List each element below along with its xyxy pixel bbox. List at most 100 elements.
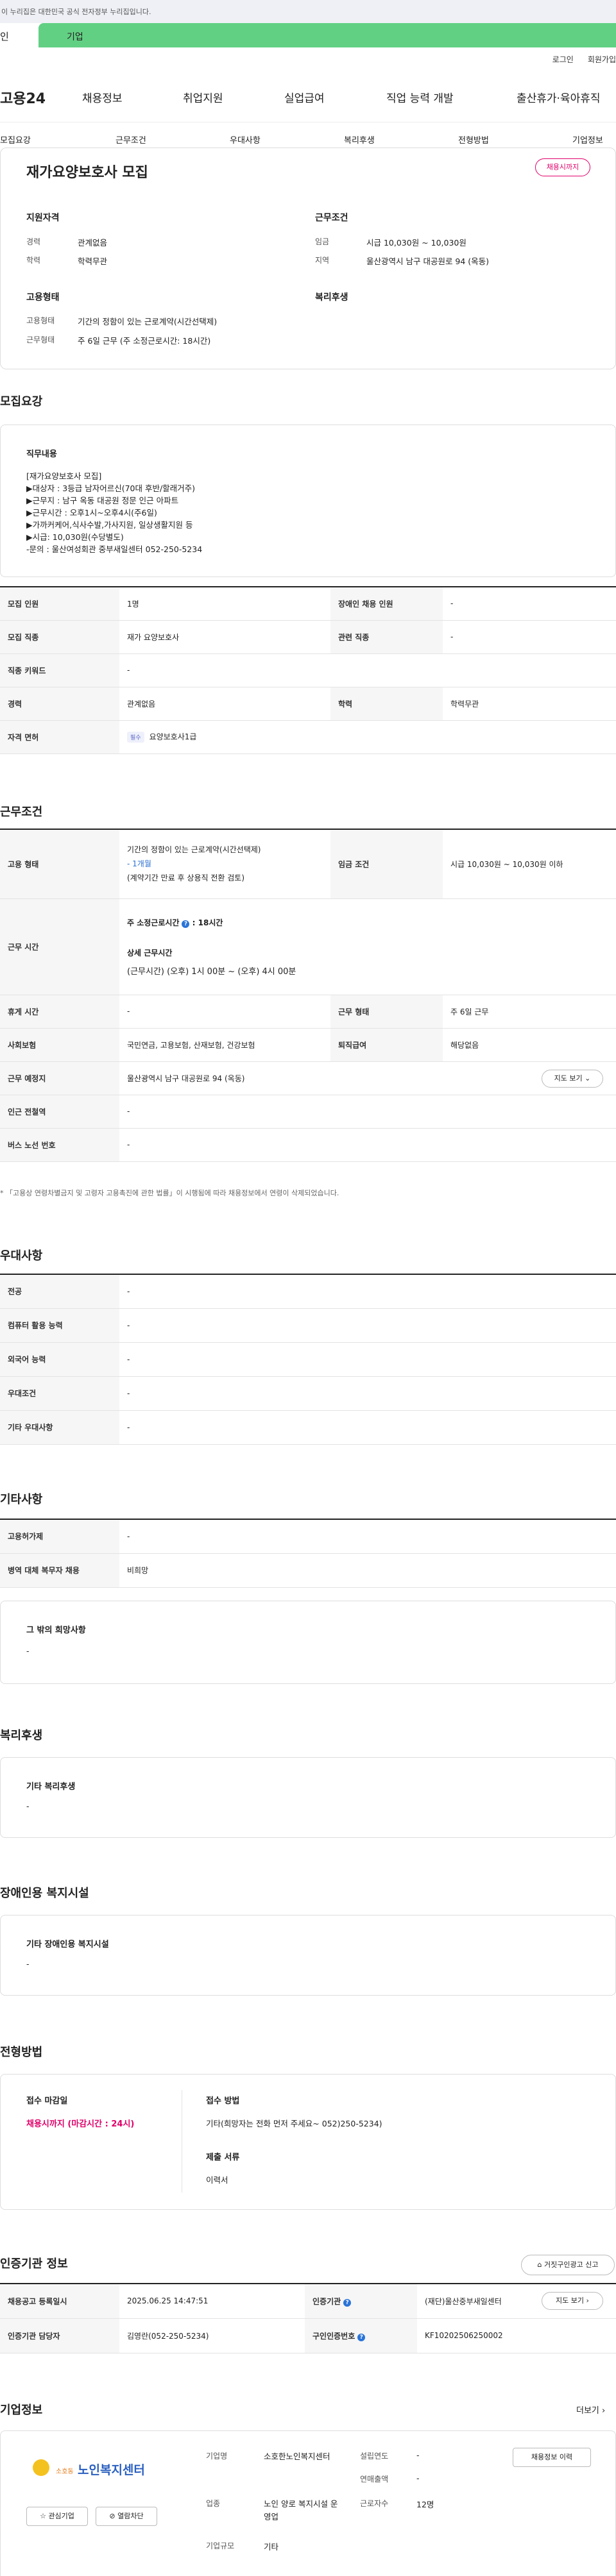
cell-label: 근무 예정지 (0, 1061, 119, 1095)
duty-content: [재가요양보호사 모집] ▶대상자 : 3등급 남자어르신(70대 후반/할래거… (26, 470, 202, 555)
site-logo[interactable]: 고용24 (0, 87, 46, 108)
duty-line: ▶근무시간 : 오후1시~오후4시(주6일) (26, 508, 157, 518)
tab-personal[interactable]: 인 (0, 23, 38, 47)
cond-title: 근무조건 (315, 213, 348, 223)
logo-name: 노인복지센터 (78, 2463, 145, 2477)
help-icon[interactable]: ? (182, 920, 190, 928)
util-menu: 로그인 회원가입 (538, 54, 616, 65)
fav-label: 관심기업 (48, 2512, 74, 2520)
cell-label: 임금 조건 (330, 829, 443, 899)
size-label: 기업규모 (206, 2541, 235, 2550)
emptype-value: 기간의 정함이 있는 근로계약(시간선택제) (78, 317, 218, 326)
cell-label: 구인인증번호? (305, 2318, 417, 2353)
tab-recruit[interactable]: 모집요강 (0, 133, 31, 146)
deadline-badge: 채용시까지 (535, 158, 590, 176)
cell-label: 경력 (0, 687, 119, 721)
cell-value: 시급 10,030원 ~ 10,030원 이하 (443, 829, 616, 899)
hours-line: 주 소정근로시간? : 18시간 (127, 917, 608, 928)
cell-value: - (119, 1308, 616, 1343)
cell-value: KF10202506250002 (417, 2318, 616, 2353)
method-title: 접수 방법 (206, 2096, 240, 2106)
gnb-item[interactable]: 취업지원 (183, 89, 223, 105)
tab-welfare[interactable]: 복리후생 (344, 133, 375, 146)
chevron-down-icon: ⌄ (585, 1073, 591, 1082)
help-icon[interactable]: ? (357, 2333, 366, 2341)
edu-value: 학력무관 (78, 257, 108, 266)
etc-table: 고용허가제 - 병역 대체 복무자 채용 비희망 (0, 1519, 616, 1588)
logo-sub: 소호동 (56, 2468, 74, 2475)
signup-link[interactable]: 회원가입 (588, 55, 616, 64)
cell-label: 휴게 시간 (0, 995, 119, 1029)
tab-selection[interactable]: 전형방법 (458, 133, 489, 146)
no-label: 구인인증번호 (312, 2331, 355, 2341)
cell-value: - (119, 653, 616, 687)
job-history-button[interactable]: 채용정보 이력 (513, 2448, 591, 2467)
agency-heading: 인증기관 정보 (0, 2257, 68, 2271)
cell-value: 비희망 (119, 1553, 616, 1588)
agency-map-button[interactable]: 지도 보기 › (542, 2292, 603, 2310)
worktype-value: 주 6일 근무 (주 소정근로시간: 18시간) (78, 336, 211, 346)
logo-icon (33, 2459, 49, 2476)
tab-company[interactable]: 기업 (38, 23, 616, 47)
gnb-item[interactable]: 실업급여 (284, 89, 325, 105)
emp-period: - 1개월 (127, 859, 151, 869)
gnb-item[interactable]: 출산휴가·육아휴직 (517, 89, 601, 105)
login-link[interactable]: 로그인 (552, 55, 574, 64)
cell-value: 김영란(052-250-5234) (119, 2318, 305, 2353)
cell-label: 전공 (0, 1274, 119, 1309)
tab-company[interactable]: 기업정보 (572, 133, 603, 146)
welfare-box-title: 기타 복리후생 (26, 1782, 76, 1792)
wage-label: 임금 (315, 237, 330, 246)
welfare-box: 기타 복리후생 - (0, 1757, 616, 1838)
area-value: 울산광역시 남구 대공원로 94 (옥동) (366, 257, 490, 266)
tab-conditions[interactable]: 근무조건 (116, 133, 146, 146)
report-button[interactable]: ⌂ 거짓구인광고 신고 (521, 2255, 615, 2275)
cell-value: - (443, 620, 616, 654)
pref-table: 전공 - 컴퓨터 활용 능력 - 외국어 능력 - 우대조건 - 기타 우대사항 - (0, 1274, 616, 1445)
gnb-item[interactable]: 직업 능력 개발 (386, 89, 454, 105)
job-title: 재가요양보호사 모집 (26, 165, 148, 181)
career-value: 관계없음 (78, 238, 108, 248)
cell-value: 주 6일 근무 (443, 995, 616, 1029)
agency-map-label: 지도 보기 (556, 2296, 585, 2305)
industry-label: 업종 (206, 2499, 221, 2508)
cell-label: 병역 대체 복무자 채용 (0, 1553, 119, 1588)
cell-value: - (119, 1128, 616, 1162)
cell-label: 장애인 채용 인원 (330, 587, 443, 621)
more-label: 더보기 (576, 2406, 599, 2416)
docs-title: 제출 서류 (206, 2153, 240, 2162)
cell-label: 외국어 능력 (0, 1342, 119, 1377)
emp-value: 12명 (416, 2500, 434, 2509)
help-icon[interactable]: ? (343, 2298, 352, 2307)
star-icon: ☆ (40, 2512, 46, 2520)
tab-preference[interactable]: 우대사항 (230, 133, 261, 146)
cell-value: 기간의 정함이 있는 근로계약(시간선택제) - 1개월 (계약기간 만료 후 상용… (119, 829, 330, 899)
cell-value: - (443, 587, 616, 621)
emp-title: 고용형태 (26, 292, 60, 303)
worktype-label: 근무형태 (26, 335, 55, 344)
block-button[interactable]: ⊘ 열람차단 (96, 2507, 157, 2526)
cell-value: 학력무관 (443, 687, 616, 721)
fav-company-button[interactable]: ☆ 관심기업 (26, 2507, 88, 2526)
map-button[interactable]: 지도 보기 ⌄ (542, 1069, 603, 1088)
cell-label: 인근 전철역 (0, 1095, 119, 1129)
more-link[interactable]: 더보기 › (576, 2403, 605, 2416)
company-heading: 기업정보 (0, 2403, 43, 2417)
cell-label: 자격 면허 (0, 720, 119, 754)
cell-value: - (119, 1274, 616, 1309)
cell-label: 고용허가제 (0, 1519, 119, 1554)
block-icon: ⊘ (109, 2512, 116, 2520)
place-value: 울산광역시 남구 대공원로 94 (옥동) (127, 1073, 245, 1083)
etc-heading: 기타사항 (0, 1493, 43, 1506)
cell-value: 재가 요양보호사 (119, 620, 330, 654)
recruit-table: 모집 인원 1명 장애인 채용 인원 - 모집 직종 재가 요양보호사 관련 직종 - 직종… (0, 586, 616, 754)
other-wish-title: 그 밖의 희망사항 (26, 1626, 86, 1635)
cell-value: - (119, 1342, 616, 1377)
founded-label: 설립연도 (360, 2452, 389, 2461)
duty-line: ▶시급: 10,030원(수당별도) (26, 532, 124, 542)
hours-value: : 18시간 (192, 918, 223, 927)
cell-value: 필수 요양보호사1급 (119, 720, 616, 754)
cell-value: 관계없음 (119, 687, 330, 721)
gnb-item[interactable]: 채용정보 (82, 89, 123, 105)
qual-title: 지원자격 (26, 213, 60, 223)
